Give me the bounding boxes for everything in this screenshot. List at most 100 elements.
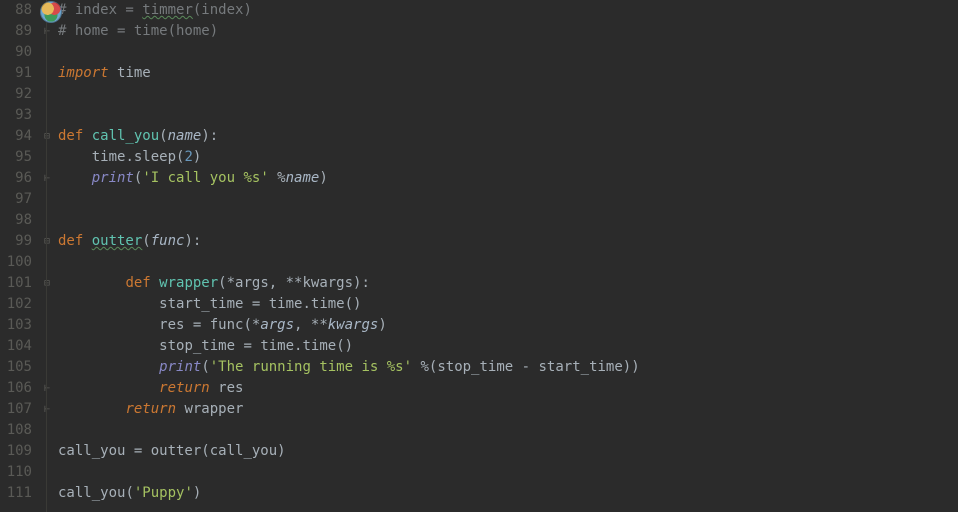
fold-marker bbox=[38, 441, 56, 462]
code-token: func bbox=[151, 233, 185, 249]
code-token: 2 bbox=[184, 149, 192, 165]
code-line[interactable] bbox=[58, 462, 958, 483]
code-line[interactable]: start_time = time.time() bbox=[58, 294, 958, 315]
fold-marker[interactable]: ⊢ bbox=[38, 378, 56, 399]
line-number: 97 bbox=[0, 189, 32, 210]
fold-marker bbox=[38, 84, 56, 105]
code-token: ): bbox=[184, 233, 201, 249]
fold-marker bbox=[38, 462, 56, 483]
code-token: ( bbox=[201, 359, 209, 375]
code-token: name bbox=[168, 128, 202, 144]
code-area[interactable]: # index = timmer(index) # home = time(hom… bbox=[56, 0, 958, 512]
fold-column[interactable]: ⊢⊟⊢⊟⊟⊢⊢ bbox=[38, 0, 56, 512]
code-token: return bbox=[125, 401, 176, 417]
code-line[interactable]: def wrapper(*args, **kwargs): bbox=[58, 273, 958, 294]
fold-marker bbox=[38, 294, 56, 315]
fold-marker bbox=[38, 336, 56, 357]
code-token: res bbox=[210, 380, 244, 396]
code-editor[interactable]: 8889909192939495969798991001011021031041… bbox=[0, 0, 958, 512]
fold-marker bbox=[38, 189, 56, 210]
code-token: - bbox=[522, 359, 539, 375]
line-number: 93 bbox=[0, 105, 32, 126]
code-line[interactable]: print('I call you %s' %name) bbox=[58, 168, 958, 189]
code-token: = bbox=[134, 443, 151, 459]
code-line[interactable]: def outter(func): bbox=[58, 231, 958, 252]
code-token bbox=[109, 65, 117, 81]
code-line[interactable]: return wrapper bbox=[58, 399, 958, 420]
fold-marker[interactable]: ⊢ bbox=[38, 168, 56, 189]
code-token: , ** bbox=[269, 275, 303, 291]
code-line[interactable]: # index = timmer(index) bbox=[58, 0, 958, 21]
code-line[interactable] bbox=[58, 210, 958, 231]
code-line[interactable] bbox=[58, 189, 958, 210]
code-token: (index) bbox=[193, 2, 252, 18]
code-token: ) bbox=[277, 443, 285, 459]
code-token: call_you bbox=[92, 128, 159, 144]
code-token: time bbox=[302, 338, 336, 354]
line-number: 95 bbox=[0, 147, 32, 168]
code-token: time bbox=[269, 296, 303, 312]
code-token: func bbox=[210, 317, 244, 333]
code-token: () bbox=[336, 338, 353, 354]
line-number: 91 bbox=[0, 63, 32, 84]
code-token: . bbox=[125, 149, 133, 165]
code-line[interactable]: import time bbox=[58, 63, 958, 84]
code-token: ( bbox=[125, 485, 133, 501]
fold-marker bbox=[38, 252, 56, 273]
code-token: time bbox=[260, 338, 294, 354]
fold-marker bbox=[38, 147, 56, 168]
code-line[interactable]: call_you('Puppy') bbox=[58, 483, 958, 504]
fold-marker[interactable]: ⊟ bbox=[38, 231, 56, 252]
code-token: # home = time(home) bbox=[58, 23, 218, 39]
code-token: ( bbox=[201, 443, 209, 459]
line-number: 106 bbox=[0, 378, 32, 399]
code-line[interactable]: call_you = outter(call_you) bbox=[58, 441, 958, 462]
code-token: call_you bbox=[58, 443, 134, 459]
code-token: % bbox=[412, 359, 429, 375]
fold-marker[interactable]: ⊟ bbox=[38, 126, 56, 147]
code-token: time bbox=[92, 149, 126, 165]
line-number: 107 bbox=[0, 399, 32, 420]
code-token: = bbox=[243, 338, 260, 354]
indent-guide bbox=[46, 0, 47, 512]
code-line[interactable]: return res bbox=[58, 378, 958, 399]
code-line[interactable]: res = func(*args, **kwargs) bbox=[58, 315, 958, 336]
line-number: 109 bbox=[0, 441, 32, 462]
code-token: print bbox=[92, 170, 134, 186]
code-token: outter bbox=[92, 233, 143, 249]
line-number: 94 bbox=[0, 126, 32, 147]
code-line[interactable] bbox=[58, 252, 958, 273]
code-line[interactable]: stop_time = time.time() bbox=[58, 336, 958, 357]
code-token: 'Puppy' bbox=[134, 485, 193, 501]
code-token: ) bbox=[378, 317, 386, 333]
line-number: 100 bbox=[0, 252, 32, 273]
code-line[interactable]: time.sleep(2) bbox=[58, 147, 958, 168]
code-line[interactable]: # home = time(home) bbox=[58, 21, 958, 42]
fold-marker[interactable]: ⊟ bbox=[38, 273, 56, 294]
code-token: res bbox=[159, 317, 193, 333]
code-line[interactable]: def call_you(name): bbox=[58, 126, 958, 147]
code-token: ) bbox=[193, 485, 201, 501]
code-token: (* bbox=[243, 317, 260, 333]
code-line[interactable] bbox=[58, 105, 958, 126]
fold-marker bbox=[38, 315, 56, 336]
code-token: , ** bbox=[294, 317, 328, 333]
code-token: ): bbox=[201, 128, 218, 144]
fold-marker[interactable]: ⊢ bbox=[38, 21, 56, 42]
code-line[interactable] bbox=[58, 84, 958, 105]
code-token: def bbox=[58, 128, 92, 144]
code-line[interactable] bbox=[58, 420, 958, 441]
fold-marker[interactable]: ⊢ bbox=[38, 399, 56, 420]
code-token: # index = bbox=[58, 2, 142, 18]
code-token: wrapper bbox=[176, 401, 243, 417]
code-token bbox=[58, 380, 159, 396]
line-number: 96 bbox=[0, 168, 32, 189]
line-number: 90 bbox=[0, 42, 32, 63]
code-line[interactable] bbox=[58, 42, 958, 63]
code-token: (* bbox=[218, 275, 235, 291]
fold-marker bbox=[38, 63, 56, 84]
code-token bbox=[58, 296, 159, 312]
code-line[interactable]: print('The running time is %s' %(stop_ti… bbox=[58, 357, 958, 378]
line-number-gutter: 8889909192939495969798991001011021031041… bbox=[0, 0, 38, 512]
floating-toolbar-icon[interactable] bbox=[40, 1, 62, 23]
